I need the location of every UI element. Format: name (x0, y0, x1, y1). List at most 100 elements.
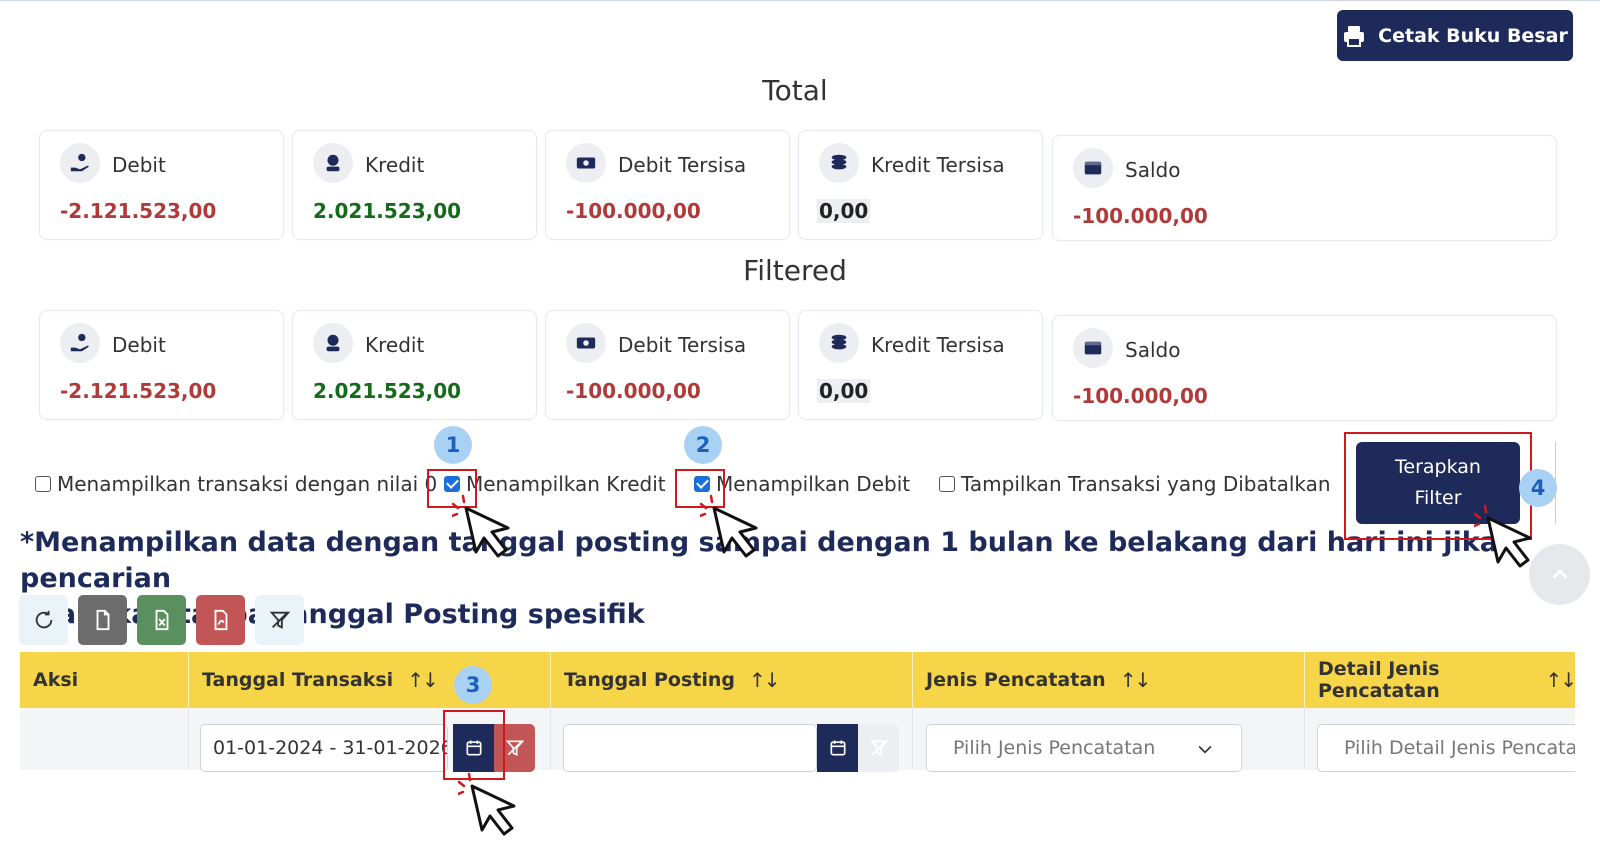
filter-clear-icon (869, 740, 888, 757)
hand-coin-icon (60, 143, 100, 183)
file-pdf-icon (214, 609, 227, 631)
posting-date-clear-button[interactable] (858, 724, 899, 772)
step-badge: 1 (434, 426, 472, 464)
card-value: 2.021.523,00 (313, 379, 462, 403)
column-header-tanggal-transaksi[interactable]: Tanggal Transaksi ↑↓ (188, 652, 550, 708)
card-value: -100.000,00 (566, 199, 701, 223)
step-badge: 3 (454, 666, 492, 704)
card-label: Debit Tersisa (618, 153, 747, 177)
card-label: Saldo (1125, 158, 1181, 182)
money-bag-icon (313, 323, 353, 363)
total-card-saldo: Saldo -100.000,00 (1052, 135, 1557, 241)
hand-coin-icon (60, 323, 100, 363)
card-value: -2.121.523,00 (60, 199, 217, 223)
chevron-down-icon (1198, 745, 1212, 754)
coins-icon (819, 323, 859, 363)
export-pdf-button[interactable] (196, 595, 245, 645)
money-bag-icon (313, 143, 353, 183)
card-label: Kredit (365, 333, 425, 357)
card-value: -100.000,00 (1073, 204, 1208, 228)
option-label: Tampilkan Transaksi yang Dibatalkan (961, 472, 1331, 496)
export-document-button[interactable] (78, 595, 127, 645)
posting-date-range-input[interactable] (563, 724, 817, 772)
filtered-card-debit: Debit -2.121.523,00 (39, 310, 284, 420)
card-value: -100.000,00 (566, 379, 701, 403)
card-label: Kredit Tersisa (871, 333, 1005, 357)
recording-type-detail-select[interactable]: Pilih Detail Jenis Pencatatan (1317, 724, 1575, 772)
total-card-kredit: Kredit 2.021.523,00 (292, 130, 537, 240)
filtered-card-saldo: Saldo -100.000,00 (1052, 315, 1557, 421)
print-ledger-label: Cetak Buku Besar (1378, 24, 1568, 47)
option-show-cancelled[interactable]: Tampilkan Transaksi yang Dibatalkan (939, 472, 1331, 496)
print-ledger-button[interactable]: Cetak Buku Besar (1337, 10, 1573, 61)
column-header-label: Aksi (33, 669, 79, 691)
option-zero-value[interactable]: Menampilkan transaksi dengan nilai 0 (35, 472, 437, 496)
card-label: Debit (112, 153, 166, 177)
total-card-kredit-tersisa: Kredit Tersisa 0,00 (798, 130, 1043, 240)
card-value: -100.000,00 (1073, 384, 1208, 408)
export-excel-button[interactable] (137, 595, 186, 645)
cash-stack-icon (566, 143, 606, 183)
recording-type-select[interactable]: Pilih Jenis Pencatatan (926, 724, 1242, 772)
file-excel-icon (155, 609, 168, 631)
highlight-box (443, 710, 505, 780)
card-value: -2.121.523,00 (60, 379, 217, 403)
card-label: Kredit Tersisa (871, 153, 1005, 177)
chevron-up-icon (1552, 568, 1567, 579)
total-card-debit-tersisa: Debit Tersisa -100.000,00 (545, 130, 790, 240)
select-placeholder: Pilih Jenis Pencatatan (953, 737, 1156, 759)
sort-icon[interactable]: ↑↓ (749, 668, 780, 692)
filtered-card-kredit-tersisa: Kredit Tersisa 0,00 (798, 310, 1043, 420)
column-header-label: Tanggal Posting (564, 669, 736, 691)
column-header-aksi: Aksi (20, 652, 188, 708)
sort-icon[interactable]: ↑↓ (1545, 668, 1576, 692)
column-header-label: Detail Jenis Pencatatan (1318, 658, 1440, 702)
refresh-icon (35, 610, 52, 629)
wallet-icon (1073, 328, 1113, 368)
option-show-kredit[interactable]: Menampilkan Kredit (444, 472, 666, 496)
column-header-label: Tanggal Transaksi (202, 669, 394, 691)
refresh-button[interactable] (19, 595, 68, 645)
option-label: Menampilkan Kredit (466, 472, 666, 496)
filter-clear-icon (269, 611, 290, 629)
total-title: Total (762, 74, 828, 107)
option-label: Menampilkan Debit (716, 472, 911, 496)
checkbox-zero-value[interactable] (35, 476, 51, 492)
table-header: Aksi Tanggal Transaksi ↑↓ Tanggal Postin… (20, 652, 1577, 708)
sort-icon[interactable]: ↑↓ (407, 668, 438, 692)
printer-icon (1344, 25, 1365, 47)
wallet-icon (1073, 148, 1113, 188)
card-value: 2.021.523,00 (313, 199, 462, 223)
option-show-debit[interactable]: Menampilkan Debit (694, 472, 910, 496)
posting-date-picker-button[interactable] (817, 724, 858, 772)
filtered-card-kredit: Kredit 2.021.523,00 (292, 310, 537, 420)
top-divider (0, 0, 1600, 1)
select-placeholder: Pilih Detail Jenis Pencatatan (1344, 737, 1575, 759)
filtered-title: Filtered (743, 254, 847, 287)
column-header-label: Jenis Pencatatan (926, 669, 1106, 691)
card-label: Debit (112, 333, 166, 357)
step-badge: 2 (684, 426, 722, 464)
coins-icon (819, 143, 859, 183)
pointer-cursor-icon (452, 494, 510, 558)
pointer-cursor-icon (458, 772, 516, 836)
file-icon (96, 609, 109, 631)
column-header-tanggal-posting[interactable]: Tanggal Posting ↑↓ (550, 652, 912, 708)
pointer-cursor-icon (700, 494, 758, 558)
total-card-debit: Debit -2.121.523,00 (39, 130, 284, 240)
step-badge: 4 (1519, 469, 1557, 507)
pointer-cursor-icon (1474, 504, 1532, 568)
column-header-detail-jenis-pencatatan[interactable]: Detail Jenis Pencatatan ↑↓ (1304, 652, 1577, 708)
card-label: Saldo (1125, 338, 1181, 362)
card-value: 0,00 (817, 379, 871, 403)
checkbox-show-cancelled[interactable] (939, 476, 955, 492)
calendar-icon (830, 740, 845, 756)
sort-icon[interactable]: ↑↓ (1120, 668, 1151, 692)
column-header-jenis-pencatatan[interactable]: Jenis Pencatatan ↑↓ (912, 652, 1304, 708)
card-value: 0,00 (817, 199, 871, 223)
clear-filter-button[interactable] (255, 595, 304, 645)
transaction-date-range-input[interactable]: 01-01-2024 - 31-01-2026 (200, 724, 448, 772)
filter-clear-icon (505, 740, 524, 757)
option-label: Menampilkan transaksi dengan nilai 0 (57, 472, 438, 496)
cash-stack-icon (566, 323, 606, 363)
